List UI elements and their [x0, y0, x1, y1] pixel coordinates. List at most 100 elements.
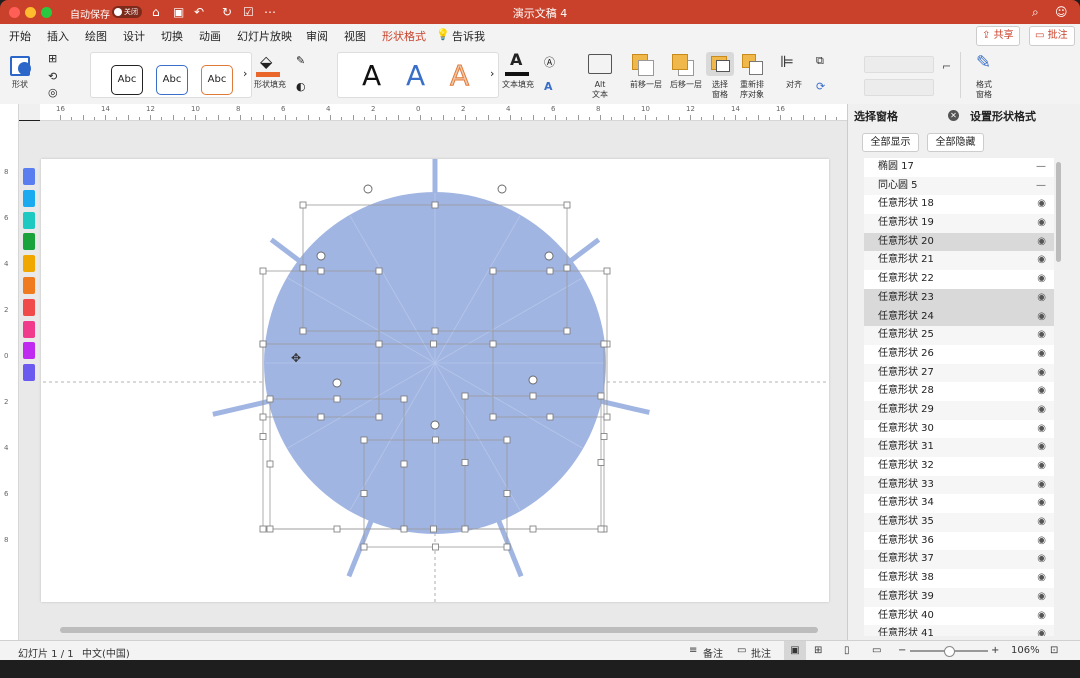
resize-handle[interactable] — [563, 201, 571, 209]
slideshow-icon[interactable]: ▭ — [872, 645, 881, 656]
resize-handle[interactable] — [503, 436, 511, 444]
color-swatch[interactable] — [23, 211, 35, 229]
resize-handle[interactable] — [563, 264, 571, 272]
align-icon[interactable]: ⊫ — [780, 52, 794, 71]
rotate-handle[interactable] — [316, 251, 326, 261]
resize-handle[interactable] — [431, 327, 439, 335]
format-shape-tab[interactable]: 设置形状格式 — [970, 108, 1036, 124]
search-icon[interactable]: ⌕ — [1032, 4, 1039, 20]
visibility-eye-icon[interactable]: ◉ — [1037, 289, 1046, 308]
text-effects-icon[interactable]: A — [544, 80, 553, 93]
selection-list-item[interactable]: 任意形状 24 ◉ — [864, 307, 1054, 327]
resize-handle[interactable] — [259, 433, 267, 440]
wordart-sample-1[interactable]: A — [362, 61, 381, 91]
visibility-eye-icon[interactable]: ◉ — [1037, 494, 1046, 513]
spoke-shape[interactable] — [212, 398, 270, 417]
resize-handle[interactable] — [461, 459, 469, 466]
selection-list-scrollbar[interactable] — [1056, 162, 1061, 262]
resize-handle[interactable] — [259, 340, 267, 348]
selection-list-item[interactable]: 任意形状 41 ◉ — [864, 625, 1054, 636]
shape-width-field[interactable] — [864, 79, 934, 96]
tab-animations[interactable]: 动画 — [199, 28, 221, 44]
color-swatch[interactable] — [23, 298, 35, 316]
visibility-eye-icon[interactable]: ◉ — [1037, 550, 1046, 569]
resize-handle[interactable] — [259, 525, 267, 533]
visibility-eye-icon[interactable]: ◉ — [1037, 401, 1046, 420]
resize-handle[interactable] — [430, 525, 437, 533]
tab-view[interactable]: 视图 — [344, 28, 366, 44]
resize-handle[interactable] — [603, 413, 611, 421]
resize-handle[interactable] — [461, 525, 469, 533]
wordart-sample-3[interactable]: A — [449, 60, 469, 91]
visibility-eye-icon[interactable]: ◉ — [1037, 588, 1046, 607]
resize-handle[interactable] — [546, 267, 554, 275]
resize-handle[interactable] — [432, 543, 439, 551]
resize-handle[interactable] — [360, 436, 368, 444]
group-collapse-icon[interactable]: — — [1036, 158, 1046, 177]
resize-handle[interactable] — [299, 264, 307, 272]
resize-handle[interactable] — [400, 525, 408, 533]
selection-list-item[interactable]: 任意形状 21 ◉ — [864, 251, 1054, 271]
zoom-out-icon[interactable]: − — [898, 645, 906, 656]
visibility-eye-icon[interactable]: ◉ — [1037, 438, 1046, 457]
selection-list-item[interactable]: 任意形状 37 ◉ — [864, 550, 1054, 570]
text-outline-icon[interactable]: Ⓐ — [544, 54, 555, 70]
resize-handle[interactable] — [603, 267, 611, 275]
slide[interactable]: ✥ — [41, 159, 829, 602]
selection-list-item[interactable]: 任意形状 32 ◉ — [864, 457, 1054, 476]
resize-handle[interactable] — [489, 267, 497, 275]
visibility-eye-icon[interactable]: ◉ — [1037, 420, 1046, 439]
resize-handle[interactable] — [430, 340, 437, 348]
style-sample-1[interactable]: Abc — [111, 65, 143, 95]
edit-shape-icon[interactable]: ⟲ — [48, 70, 57, 83]
visibility-eye-icon[interactable]: ◉ — [1037, 326, 1046, 345]
selection-list-item[interactable]: 任意形状 34 ◉ — [864, 494, 1054, 513]
resize-handle[interactable] — [333, 525, 341, 533]
shape-icon[interactable] — [10, 54, 32, 76]
resize-handle[interactable] — [489, 340, 497, 348]
resize-handle[interactable] — [317, 413, 325, 421]
resize-handle[interactable] — [400, 395, 408, 403]
account-icon[interactable]: ☺ — [1055, 4, 1068, 20]
tab-home[interactable]: 开始 — [9, 28, 31, 44]
resize-handle[interactable] — [431, 201, 439, 209]
resize-handle[interactable] — [529, 392, 537, 400]
visibility-eye-icon[interactable]: ◉ — [1037, 270, 1046, 289]
visibility-eye-icon[interactable]: ◉ — [1037, 364, 1046, 383]
resize-handle[interactable] — [299, 201, 307, 209]
wordart-sample-2[interactable]: A — [406, 61, 425, 91]
rotate-handle[interactable] — [430, 420, 440, 430]
shape-height-field[interactable] — [864, 56, 934, 73]
format-pane-icon[interactable]: ✎ — [976, 52, 991, 73]
zoom-slider[interactable] — [910, 646, 988, 657]
horizontal-scrollbar[interactable] — [60, 627, 818, 633]
resize-handle[interactable] — [299, 327, 307, 335]
resize-handle[interactable] — [266, 460, 274, 468]
resize-handle[interactable] — [546, 413, 554, 421]
fit-to-window-icon[interactable]: ⊡ — [1050, 645, 1058, 656]
language-indicator[interactable]: 中文(中国) — [82, 645, 130, 660]
selection-list-item[interactable]: 任意形状 27 ◉ — [864, 363, 1054, 383]
resize-handle[interactable] — [375, 413, 383, 421]
selection-list-item[interactable]: 同心圆 5 — — [864, 176, 1054, 196]
visibility-eye-icon[interactable]: ◉ — [1037, 345, 1046, 364]
selection-list-item[interactable]: 任意形状 22 ◉ — [864, 270, 1054, 289]
resize-handle[interactable] — [503, 543, 511, 551]
group-icon[interactable]: ⧉ — [816, 54, 824, 68]
color-swatch[interactable] — [23, 342, 35, 360]
visibility-eye-icon[interactable]: ◉ — [1037, 382, 1046, 401]
resize-handle[interactable] — [333, 395, 341, 403]
comments-status-button[interactable]: 批注 — [751, 645, 771, 660]
selection-list-item[interactable]: 任意形状 19 ◉ — [864, 214, 1054, 233]
selection-list-item[interactable]: 椭圆 17 — — [864, 158, 1054, 177]
resize-handle[interactable] — [375, 340, 383, 348]
selection-list-item[interactable]: 任意形状 33 ◉ — [864, 475, 1054, 495]
resize-handle[interactable] — [375, 267, 383, 275]
resize-handle[interactable] — [259, 267, 267, 275]
color-swatch[interactable] — [23, 320, 35, 338]
selection-list-item[interactable]: 任意形状 30 ◉ — [864, 420, 1054, 439]
resize-handle[interactable] — [317, 267, 325, 275]
spoke-shape[interactable] — [600, 398, 650, 415]
gallery-more-icon[interactable]: › — [243, 67, 247, 80]
selection-list-item[interactable]: 任意形状 39 ◉ — [864, 587, 1054, 607]
